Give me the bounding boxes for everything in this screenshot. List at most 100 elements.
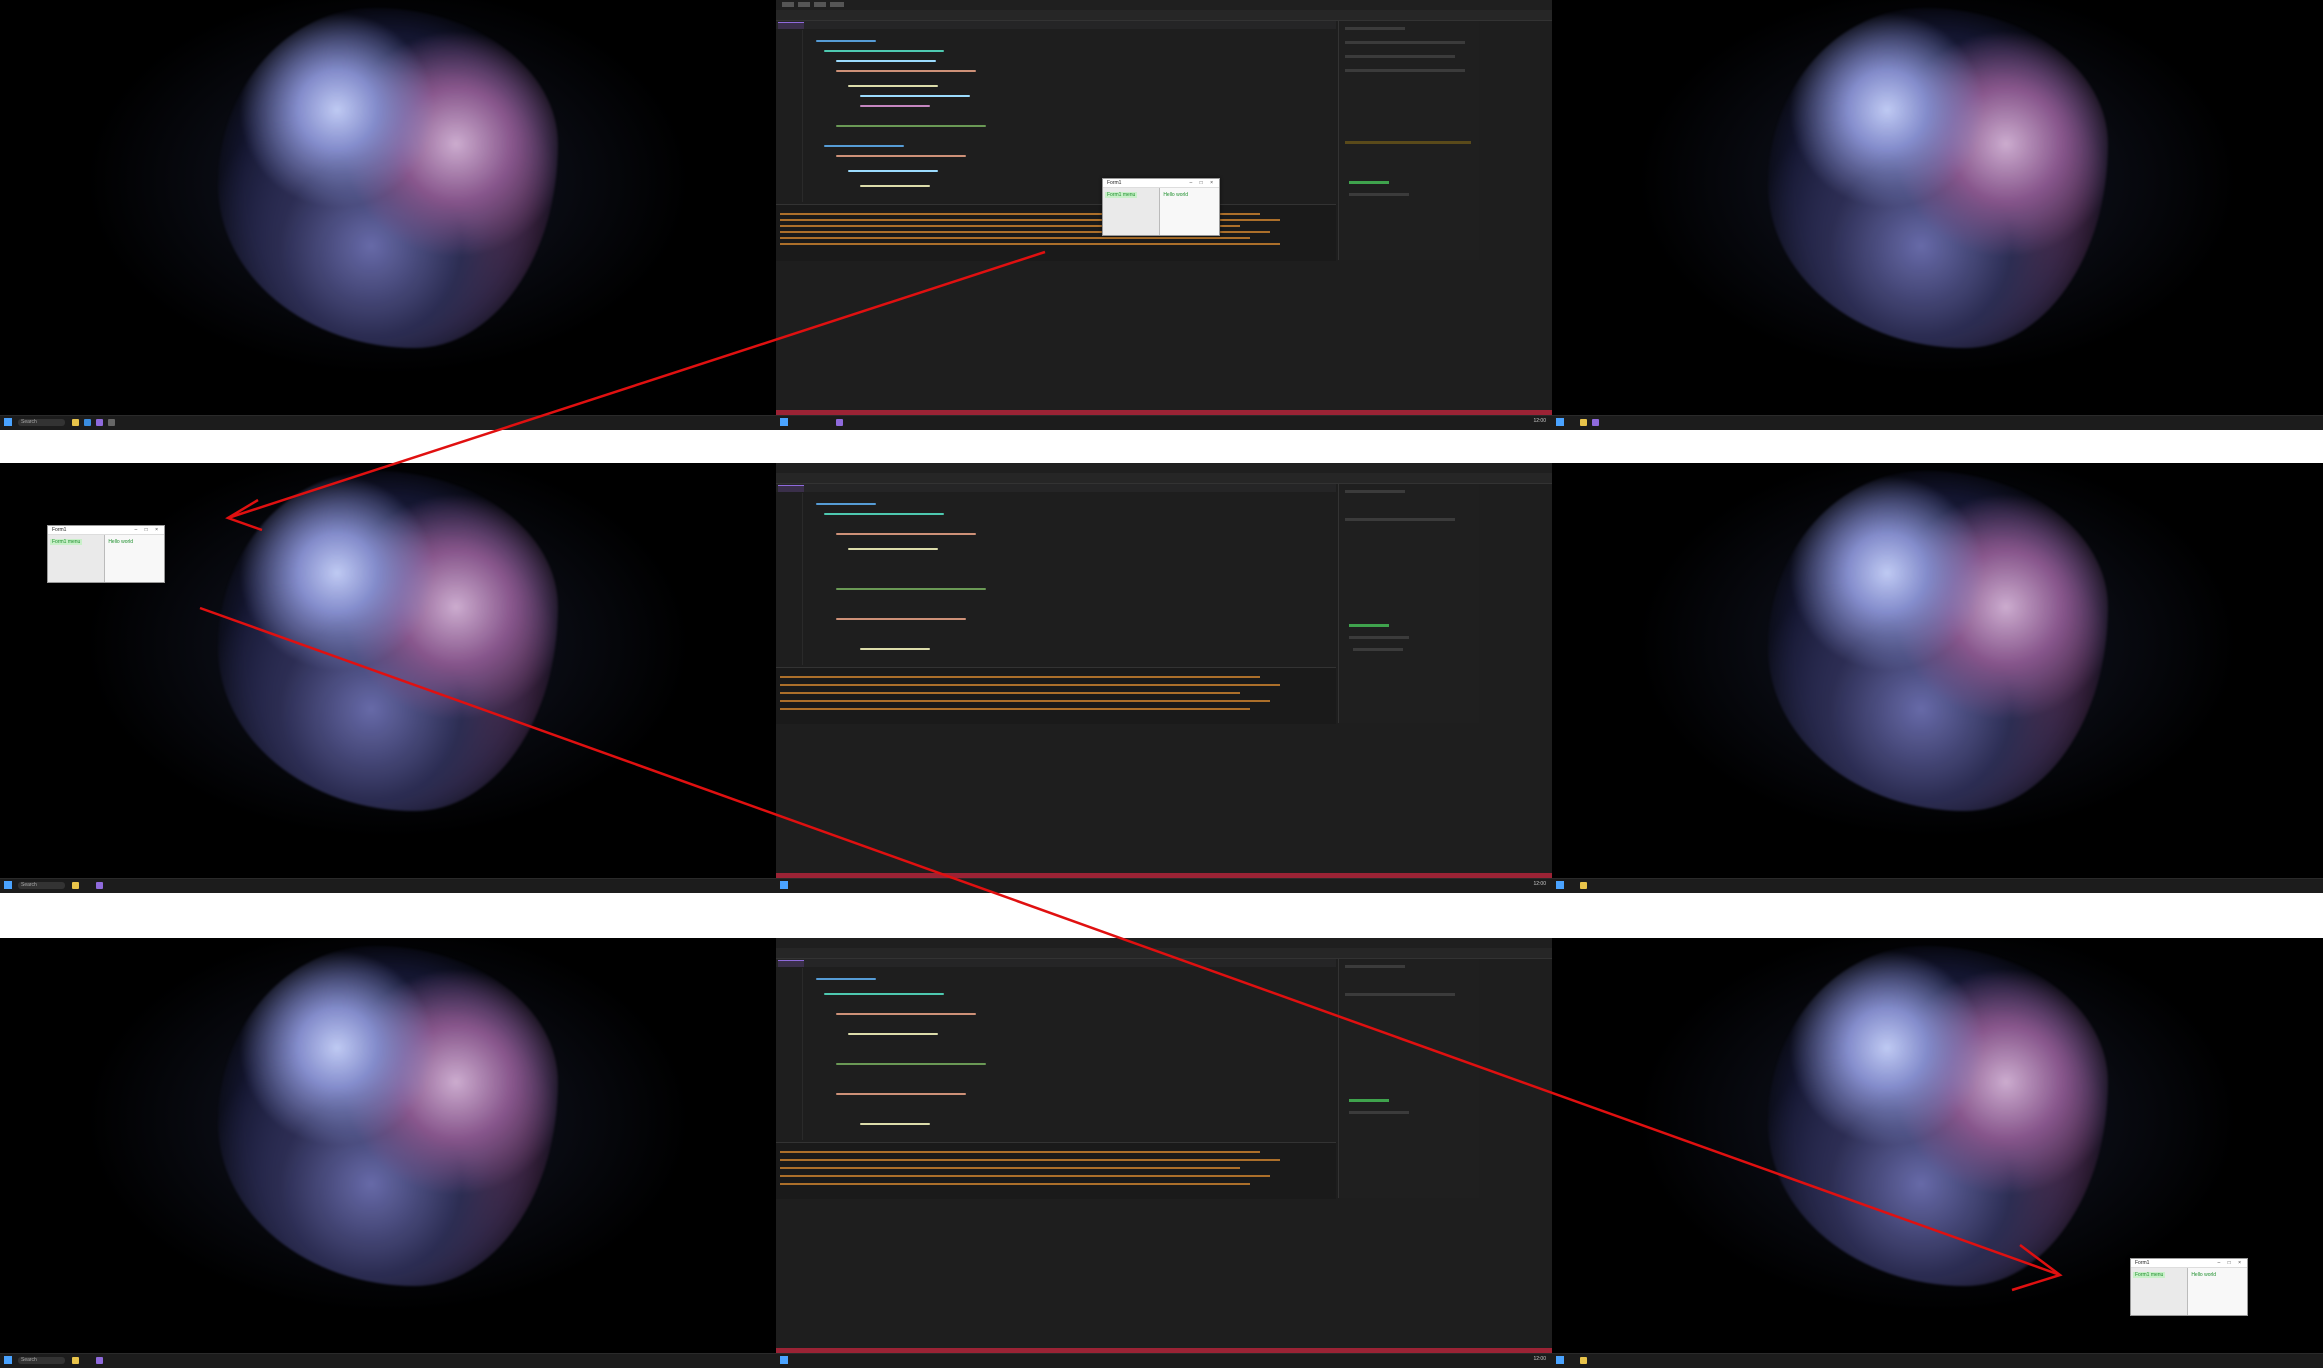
output-panel[interactable] — [776, 204, 1336, 261]
code-line — [836, 70, 976, 72]
popup-window[interactable]: Form1 – □ × Form1 menu Hello world — [1102, 178, 1220, 236]
code-line — [824, 993, 944, 995]
popup-titlebar[interactable]: Form1 – □ × — [2131, 1259, 2247, 1268]
start-icon[interactable] — [4, 1356, 12, 1364]
wallpaper-flower — [1767, 945, 2108, 1286]
popup-body-text: Hello world — [1163, 192, 1189, 198]
start-icon[interactable] — [4, 418, 12, 426]
menu-view[interactable] — [814, 2, 826, 7]
file-explorer-icon[interactable] — [72, 1357, 79, 1364]
screenshot-row-3: Search 12:00 Form1 – □ × Form1 menu Hell… — [0, 938, 2323, 1368]
code-line — [860, 185, 930, 187]
code-line — [860, 1123, 930, 1125]
start-icon[interactable] — [4, 881, 12, 889]
property-row — [1345, 27, 1405, 30]
screenshot-row-2: Form1 – □ × Form1 menu Hello world Searc… — [0, 463, 2323, 893]
tree-node — [1349, 636, 1409, 639]
visual-studio-icon[interactable] — [96, 419, 103, 426]
taskbar: Search — [0, 878, 776, 893]
code-line — [848, 1033, 938, 1035]
output-line — [780, 708, 1250, 710]
property-row — [1345, 993, 1455, 996]
tab-code-file[interactable] — [778, 22, 804, 29]
popup-titlebar[interactable]: Form1 – □ × — [48, 526, 164, 535]
code-line — [836, 1063, 986, 1065]
popup-window[interactable]: Form1 – □ × Form1 menu Hello world — [47, 525, 165, 583]
output-panel[interactable] — [776, 1142, 1336, 1199]
menu-edit[interactable] — [798, 2, 810, 7]
property-row — [1345, 965, 1405, 968]
properties-panel[interactable] — [1338, 484, 1479, 723]
file-explorer-icon[interactable] — [72, 419, 79, 426]
output-line — [780, 243, 1280, 245]
visual-studio-icon[interactable] — [836, 419, 843, 426]
start-icon[interactable] — [780, 881, 788, 889]
taskbar-search[interactable]: Search — [18, 1357, 65, 1364]
ide-toolbar — [776, 948, 1552, 959]
menu-debug[interactable] — [830, 2, 844, 7]
file-explorer-icon[interactable] — [1580, 419, 1587, 426]
code-line — [824, 145, 904, 147]
code-line — [848, 85, 938, 87]
editor-tabs — [776, 21, 1336, 29]
output-line — [780, 1183, 1250, 1185]
code-line — [860, 648, 930, 650]
output-line — [780, 1175, 1270, 1177]
visual-studio-icon[interactable] — [1592, 419, 1599, 426]
code-line — [824, 513, 944, 515]
code-editor[interactable] — [776, 968, 1336, 1140]
terminal-icon[interactable] — [108, 419, 115, 426]
code-line — [824, 50, 944, 52]
start-icon[interactable] — [780, 1356, 788, 1364]
taskbar — [1552, 415, 2323, 430]
popup-list-item[interactable]: Form1 menu — [50, 539, 83, 545]
code-editor[interactable] — [776, 30, 1336, 202]
browser-icon[interactable] — [84, 419, 91, 426]
start-icon[interactable] — [1556, 881, 1564, 889]
output-line — [780, 1167, 1240, 1169]
properties-panel[interactable] — [1338, 21, 1479, 260]
code-line — [860, 95, 970, 97]
file-explorer-icon[interactable] — [72, 882, 79, 889]
window-controls-icon[interactable]: – □ × — [1190, 180, 1217, 186]
popup-sidebar: Form1 menu — [1103, 188, 1160, 235]
taskbar: 12:00 — [776, 878, 1552, 893]
window-controls-icon[interactable]: – □ × — [135, 527, 162, 533]
tab-code-file[interactable] — [778, 485, 804, 492]
taskbar-search[interactable]: Search — [18, 882, 65, 889]
menu-file[interactable] — [782, 2, 794, 7]
output-line — [780, 1159, 1280, 1161]
window-controls-icon[interactable]: – □ × — [2218, 1260, 2245, 1266]
code-line — [816, 503, 876, 505]
popup-title: Form1 — [1107, 180, 1122, 186]
code-line — [836, 155, 966, 157]
left-monitor-desktop: Search — [0, 938, 776, 1368]
properties-panel[interactable] — [1338, 959, 1479, 1198]
file-explorer-icon[interactable] — [1580, 882, 1587, 889]
start-icon[interactable] — [1556, 418, 1564, 426]
start-icon[interactable] — [780, 418, 788, 426]
start-icon[interactable] — [1556, 1356, 1564, 1364]
taskbar: Search — [0, 1353, 776, 1368]
taskbar-search[interactable]: Search — [18, 419, 65, 426]
popup-titlebar[interactable]: Form1 – □ × — [1103, 179, 1219, 188]
taskbar-clock: 12:00 — [1533, 1356, 1546, 1362]
center-monitor-ide: 12:00 — [776, 463, 1552, 893]
wallpaper-flower — [218, 7, 558, 348]
right-monitor-desktop — [1552, 463, 2323, 893]
tab-code-file[interactable] — [778, 960, 804, 967]
ide-menubar — [776, 938, 1552, 948]
right-monitor-desktop: Form1 – □ × Form1 menu Hello world — [1552, 938, 2323, 1368]
visual-studio-icon[interactable] — [96, 1357, 103, 1364]
taskbar — [1552, 878, 2323, 893]
code-line — [816, 40, 876, 42]
code-editor[interactable] — [776, 493, 1336, 665]
output-panel[interactable] — [776, 667, 1336, 724]
popup-list-item[interactable]: Form1 menu — [1105, 192, 1138, 198]
popup-window[interactable]: Form1 – □ × Form1 menu Hello world — [2130, 1258, 2248, 1316]
taskbar-clock: 12:00 — [1533, 881, 1546, 887]
popup-list-item[interactable]: Form1 menu — [2133, 1272, 2166, 1278]
file-explorer-icon[interactable] — [1580, 1357, 1587, 1364]
visual-studio-icon[interactable] — [96, 882, 103, 889]
ide-toolbar — [776, 10, 1552, 21]
